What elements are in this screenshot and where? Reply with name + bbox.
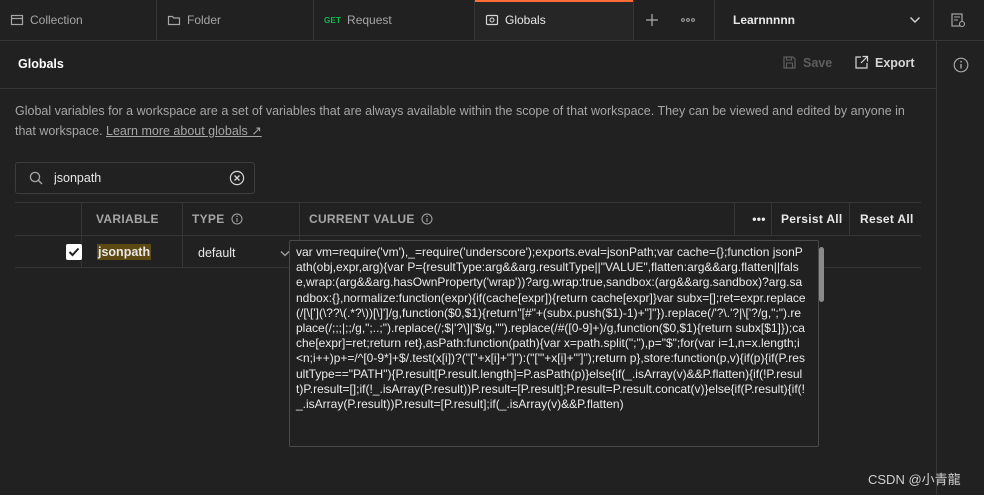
table-more-button[interactable]: ••• <box>744 203 774 235</box>
current-value-text[interactable]: var vm=require('vm'),_=require('undersco… <box>296 245 806 412</box>
persist-all-button[interactable]: Persist All <box>781 203 843 235</box>
table-header: VARIABLE TYPE CURRENT VALUE ••• Persist … <box>15 202 921 236</box>
search-icon <box>29 171 43 185</box>
info-icon[interactable] <box>231 213 243 225</box>
export-button[interactable]: Export <box>854 55 915 70</box>
search-input[interactable] <box>54 163 229 193</box>
column-current-value-label: CURRENT VALUE <box>309 212 415 226</box>
info-icon[interactable] <box>421 213 433 225</box>
export-label: Export <box>875 55 915 70</box>
more-icon: ••• <box>752 212 766 226</box>
tab-folder[interactable]: Folder <box>157 0 314 40</box>
collection-icon <box>10 13 24 27</box>
export-icon <box>855 55 869 69</box>
tab-collection[interactable]: Collection <box>0 0 157 40</box>
column-variable: VARIABLE <box>96 212 159 226</box>
right-sidebar <box>936 41 984 495</box>
tab-more-button[interactable] <box>670 0 706 40</box>
variable-name[interactable]: jsonpath <box>97 244 152 260</box>
editor-scrollbar[interactable] <box>819 247 824 302</box>
reset-all-button[interactable]: Reset All <box>860 203 914 235</box>
more-icon <box>681 18 695 22</box>
save-icon <box>783 56 796 69</box>
column-type: TYPE <box>192 203 243 235</box>
tab-label: Globals <box>505 13 546 27</box>
chevron-down-icon <box>910 17 920 23</box>
tab-label: Folder <box>187 13 222 27</box>
method-badge: GET <box>324 15 342 25</box>
save-button[interactable]: Save <box>782 55 832 70</box>
save-label: Save <box>803 55 833 70</box>
column-current-value: CURRENT VALUE <box>309 203 433 235</box>
tab-label: Collection <box>30 13 83 27</box>
tab-globals[interactable]: Globals <box>475 0 634 40</box>
environment-quick-look-button[interactable] <box>934 0 982 40</box>
environment-eye-icon <box>951 13 966 28</box>
workspace-selector[interactable]: Learnnnnn <box>714 0 934 40</box>
workspace-name: Learnnnnn <box>733 13 795 27</box>
enabled-checkbox[interactable] <box>66 244 82 260</box>
variable-search <box>15 162 255 194</box>
info-button[interactable] <box>953 57 969 73</box>
tab-label: Request <box>347 13 392 27</box>
watermark: CSDN @小青龍 <box>868 472 961 487</box>
type-dropdown[interactable]: default <box>198 246 290 260</box>
new-tab-button[interactable] <box>634 0 670 40</box>
tab-request[interactable]: GET Request <box>314 0 475 40</box>
checkmark-icon <box>68 247 80 257</box>
info-icon <box>953 57 969 73</box>
folder-icon <box>167 13 181 27</box>
globals-header: Globals Save Export <box>0 41 936 89</box>
current-value-editor[interactable]: var vm=require('vm'),_=require('undersco… <box>289 240 819 447</box>
globals-description: Global variables for a workspace are a s… <box>15 101 920 141</box>
clear-search-icon[interactable] <box>229 170 245 186</box>
type-value: default <box>198 246 236 260</box>
tab-bar: Collection Folder GET Request Globals Le… <box>0 0 984 41</box>
column-type-label: TYPE <box>192 212 225 226</box>
learn-more-link[interactable]: Learn more about globals ↗ <box>106 124 262 138</box>
plus-icon <box>646 14 658 26</box>
page-title: Globals <box>18 57 64 71</box>
globals-icon <box>485 13 499 27</box>
